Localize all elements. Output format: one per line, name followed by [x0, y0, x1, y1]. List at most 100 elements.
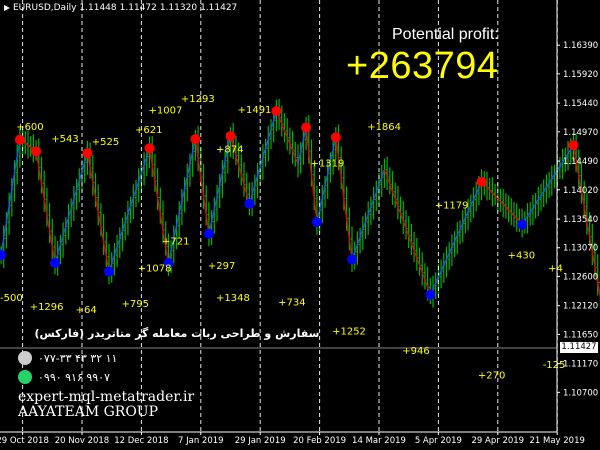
y-tick-label: 1.14490 [563, 157, 598, 167]
profit-label: +543 [51, 134, 78, 145]
up-leg [0, 139, 21, 256]
y-tick-label: 1.11650 [563, 330, 598, 340]
x-tick-label: 12 Dec 2018 [114, 436, 168, 446]
down-leg [35, 151, 56, 264]
brand-website[interactable]: expert-mql-metatrader.ir [18, 389, 194, 405]
y-tick-label: 1.11170 [563, 360, 598, 370]
x-tick-label: 21 May 2019 [529, 436, 584, 446]
profit-label: +721 [162, 237, 189, 248]
profit-label: +1348 [216, 293, 250, 304]
sell-signal-dot [190, 134, 201, 145]
x-tick-label: 20 Nov 2018 [55, 436, 109, 446]
y-tick-label: 1.13540 [563, 215, 598, 225]
brand-group: AAYATEAM GROUP [18, 404, 159, 420]
phone-number: ۰۷۷-۳۳ ۴۳ ۳۲ ۱۱ [38, 351, 118, 365]
profit-label: +946 [402, 346, 429, 357]
y-tick-label: 1.14970 [563, 128, 598, 138]
profit-label: +297 [208, 261, 235, 272]
sell-signal-dot [271, 106, 282, 117]
profit-label: +1319 [311, 159, 345, 170]
profit-label: +795 [122, 299, 149, 310]
sell-signal-dot [568, 140, 579, 151]
up-leg [108, 148, 151, 272]
profit-label: +1007 [149, 105, 183, 116]
profit-label: +430 [508, 251, 535, 262]
y-tick-label: 1.15440 [563, 99, 598, 109]
profit-caption: Potential profit: [392, 26, 499, 43]
current-price-badge: 1.11427 [560, 342, 598, 353]
x-tick-label: 14 Mar 2019 [352, 436, 406, 446]
ohlc-open: 1.11448 [79, 3, 117, 13]
buy-signal-dot [517, 219, 528, 230]
sell-signal-dot [14, 134, 25, 145]
ohlc-low: 1.11320 [159, 3, 198, 13]
sell-signal-dot [301, 122, 312, 133]
sell-signal-dot [225, 131, 236, 142]
y-tick-label: 1.16390 [563, 41, 598, 51]
profit-label: +734 [278, 298, 305, 309]
profit-label: +600 [16, 122, 43, 133]
profit-label: +1179 [435, 201, 469, 212]
sell-signal-dot [31, 146, 42, 157]
down-leg [194, 139, 210, 234]
dropdown-triangle-icon[interactable] [4, 5, 10, 11]
down-leg [383, 169, 431, 295]
whatsapp-row: ۰۹۹۰ ۹۱۶ ۹۹۰۷ [18, 370, 110, 384]
x-tick-label: 7 Jan 2019 [178, 436, 224, 446]
down-leg [481, 181, 523, 225]
symbol-label: EURUSD,Daily [13, 3, 77, 13]
ohlc-high: 1.11472 [119, 3, 157, 13]
brand-title: سفارش و طراحی ربات معامله گر متاتریدر (ف… [34, 327, 320, 340]
sell-signal-dot [476, 176, 487, 187]
x-tick-label: 20 Feb 2019 [293, 436, 346, 446]
sell-signal-dot [330, 132, 341, 143]
profit-label: +1864 [367, 122, 401, 133]
profit-label: -500 [0, 293, 23, 304]
profit-value: +263794 [346, 45, 499, 87]
profit-label: +4 [548, 264, 563, 275]
buy-signal-dot [244, 198, 255, 209]
y-tick-label: 1.15920 [563, 70, 598, 80]
buy-signal-dot [50, 257, 60, 268]
profit-label: +621 [135, 125, 162, 136]
x-tick-label: 5 Apr 2019 [415, 436, 462, 446]
profit-label: +1293 [181, 94, 215, 105]
up-leg [297, 127, 307, 165]
up-leg [248, 110, 278, 204]
profit-label: +1078 [138, 264, 172, 275]
buy-signal-dot [347, 254, 357, 265]
buy-signal-dot [203, 228, 214, 239]
buy-signal-dot [311, 217, 322, 228]
profit-label: -125 [543, 360, 566, 371]
profit-label: +1252 [332, 326, 366, 337]
profit-label: +270 [478, 370, 505, 381]
sell-signal-dot [144, 143, 155, 154]
profit-label: +1491 [238, 105, 272, 116]
x-tick-label: 29 Jan 2019 [235, 436, 286, 446]
profit-label: +64 [76, 305, 97, 316]
y-tick-label: 1.13070 [563, 244, 598, 254]
buy-signal-dot [104, 266, 114, 277]
buy-signal-dot [0, 250, 6, 261]
x-tick-label: 29 Oct 2018 [0, 436, 49, 446]
phone-row: ۰۷۷-۳۳ ۴۳ ۳۲ ۱۱ [18, 351, 117, 365]
buy-signal-dot [425, 289, 436, 300]
whatsapp-number: ۰۹۹۰ ۹۱۶ ۹۹۰۷ [38, 370, 110, 384]
profit-label: +1296 [30, 302, 64, 313]
up-leg [54, 152, 89, 264]
profit-label: +525 [92, 137, 119, 148]
whatsapp-icon [18, 370, 32, 384]
down-leg [335, 137, 353, 260]
chart-window: +600 +543 +525 +621 +1007 +1293 +1491 +874 +1319… [0, 0, 600, 450]
down-leg [86, 153, 110, 272]
y-tick-label: 1.12120 [563, 302, 598, 312]
sell-signal-dot [82, 148, 93, 159]
phone-icon [18, 351, 32, 365]
y-tick-label: 1.10700 [563, 388, 598, 398]
y-tick-label: 1.12600 [563, 272, 598, 282]
symbol-header[interactable]: EURUSD,Daily 1.11448 1.11472 1.11320 1.1… [4, 3, 237, 13]
x-tick-label: 29 Apr 2019 [472, 436, 525, 446]
profit-label: +874 [216, 145, 243, 156]
ohlc-close: 1.11427 [200, 3, 238, 13]
up-leg [351, 169, 386, 260]
